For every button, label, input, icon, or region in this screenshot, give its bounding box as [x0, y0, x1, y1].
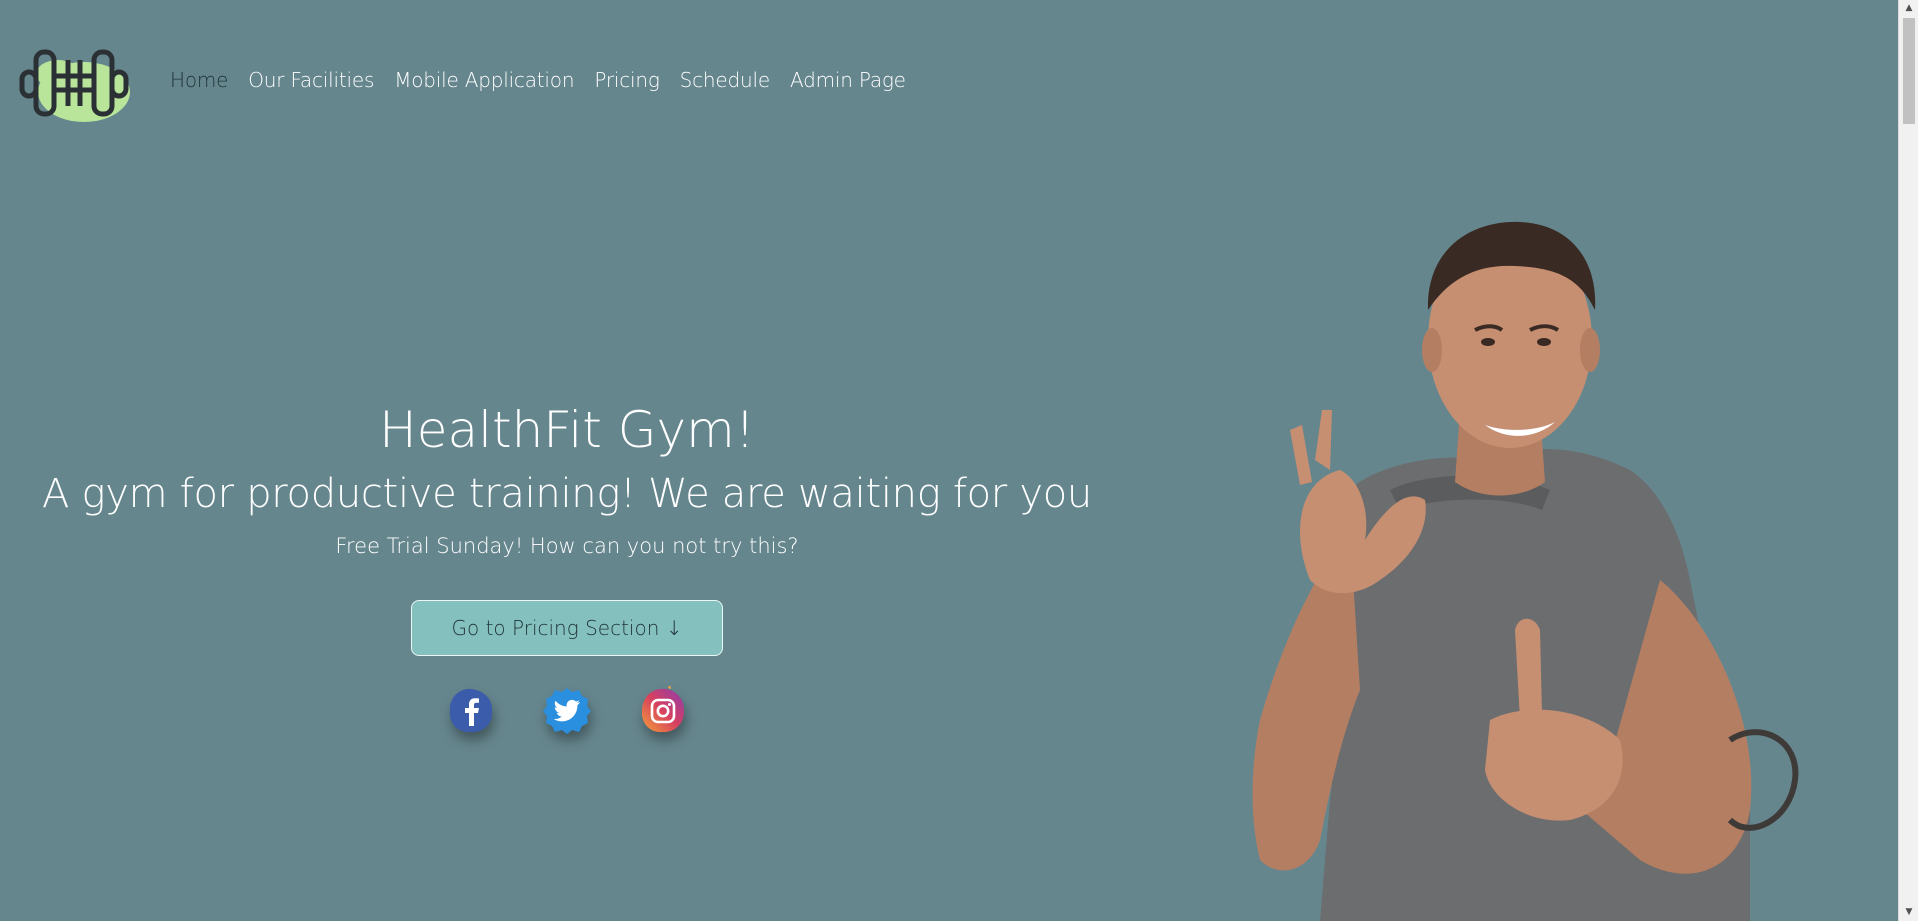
nav-our-facilities[interactable]: Our Facilities [248, 68, 374, 92]
scroll-up-arrow-icon[interactable]: ▲ [1899, 0, 1918, 17]
social-links [0, 684, 1134, 736]
scrollbar-thumb[interactable] [1903, 18, 1915, 124]
nav-home[interactable]: Home [170, 68, 228, 92]
nav-pricing[interactable]: Pricing [594, 68, 660, 92]
facebook-icon[interactable] [446, 686, 496, 736]
hero-subtitle: A gym for productive training! We are wa… [42, 471, 1092, 517]
nav-schedule[interactable]: Schedule [680, 68, 771, 92]
navbar: Home Our Facilities Mobile Application P… [0, 0, 1898, 160]
hero-section: HealthFit Gym! A gym for productive trai… [0, 400, 1134, 736]
scroll-down-arrow-icon[interactable]: ▼ [1899, 904, 1918, 921]
nav-links: Home Our Facilities Mobile Application P… [170, 68, 906, 92]
scrollbar[interactable]: ▲ ▼ [1898, 0, 1918, 921]
go-to-pricing-button[interactable]: Go to Pricing Section ↓ [411, 600, 723, 656]
hero-tagline: Free Trial Sunday! How can you not try t… [335, 534, 799, 558]
dumbbell-logo-icon[interactable] [18, 40, 138, 126]
hero-title: HealthFit Gym! [379, 401, 755, 459]
nav-admin-page[interactable]: Admin Page [790, 68, 906, 92]
hero-trainer-image [1190, 200, 1850, 921]
nav-mobile-application[interactable]: Mobile Application [394, 68, 574, 92]
twitter-icon[interactable] [542, 686, 592, 736]
instagram-icon[interactable] [638, 684, 688, 736]
